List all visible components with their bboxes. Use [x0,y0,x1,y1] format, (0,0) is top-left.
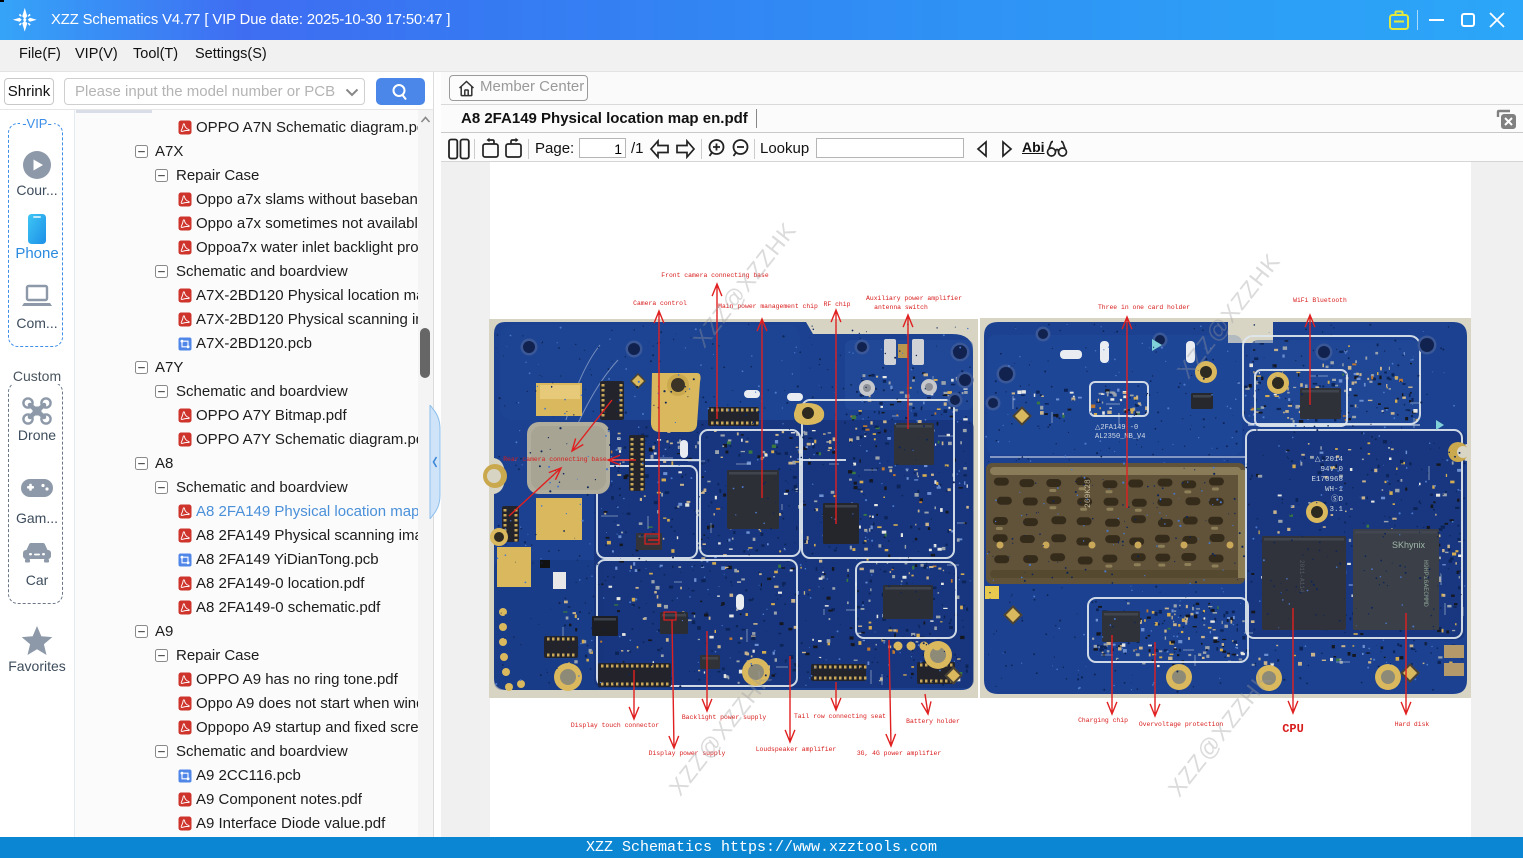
svg-text:269K28: 269K28 [1084,479,1093,508]
svg-text:ⓈD: ⓈD [1331,494,1344,504]
svg-text:SKhynix: SKhynix [1392,540,1426,550]
svg-text:3.1: 3.1 [1329,506,1343,514]
svg-text:E170968: E170968 [1311,476,1343,484]
svg-text:△.2014: △.2014 [1315,455,1344,464]
svg-text:2011-A114: 2011-A114 [1298,560,1305,593]
svg-text:H9HP16AECMMD: H9HP16AECMMD [1422,560,1429,607]
svg-text:△2FA149 -0: △2FA149 -0 [1095,424,1138,432]
svg-text:94V-0: 94V-0 [1320,466,1343,474]
